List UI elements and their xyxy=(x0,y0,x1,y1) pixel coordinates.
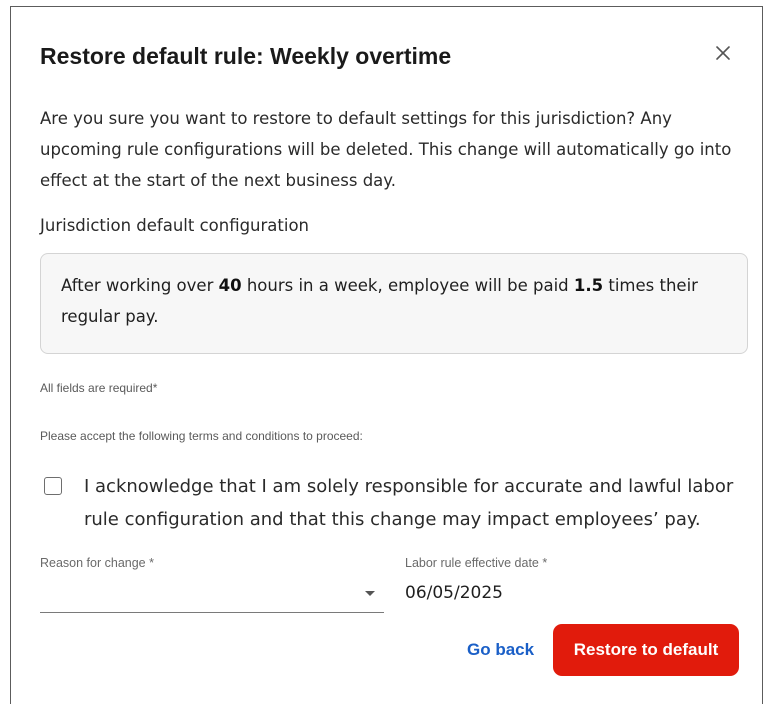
reason-select[interactable] xyxy=(40,578,384,613)
config-multiplier: 1.5 xyxy=(573,276,604,295)
restore-to-default-button[interactable]: Restore to default xyxy=(553,624,739,676)
config-hours: 40 xyxy=(218,276,242,295)
dialog-intro-text: Are you sure you want to restore to defa… xyxy=(40,109,732,190)
close-icon xyxy=(716,46,730,60)
required-note: All fields are required* xyxy=(40,381,158,395)
config-text-after-hours: hours in a week, employee will be paid xyxy=(241,276,574,295)
default-config-box: After working over 40 hours in a week, e… xyxy=(40,253,748,354)
acknowledgement-row[interactable]: I acknowledge that I am solely responsib… xyxy=(44,470,744,536)
date-field-label: Labor rule effective date * xyxy=(405,556,548,570)
caret-down-icon xyxy=(365,591,375,596)
effective-date-input[interactable]: 06/05/2025 xyxy=(405,583,503,603)
section-label: Jurisdiction default configuration xyxy=(40,216,310,235)
terms-note: Please accept the following terms and co… xyxy=(40,429,363,443)
config-text-before-hours: After working over xyxy=(61,276,219,295)
close-button[interactable] xyxy=(710,40,736,66)
reason-field-label: Reason for change * xyxy=(40,556,154,570)
acknowledgement-checkbox[interactable] xyxy=(44,477,62,495)
go-back-button[interactable]: Go back xyxy=(467,640,534,660)
acknowledgement-text: I acknowledge that I am solely responsib… xyxy=(84,476,734,530)
dialog-title: Restore default rule: Weekly overtime xyxy=(40,43,452,69)
